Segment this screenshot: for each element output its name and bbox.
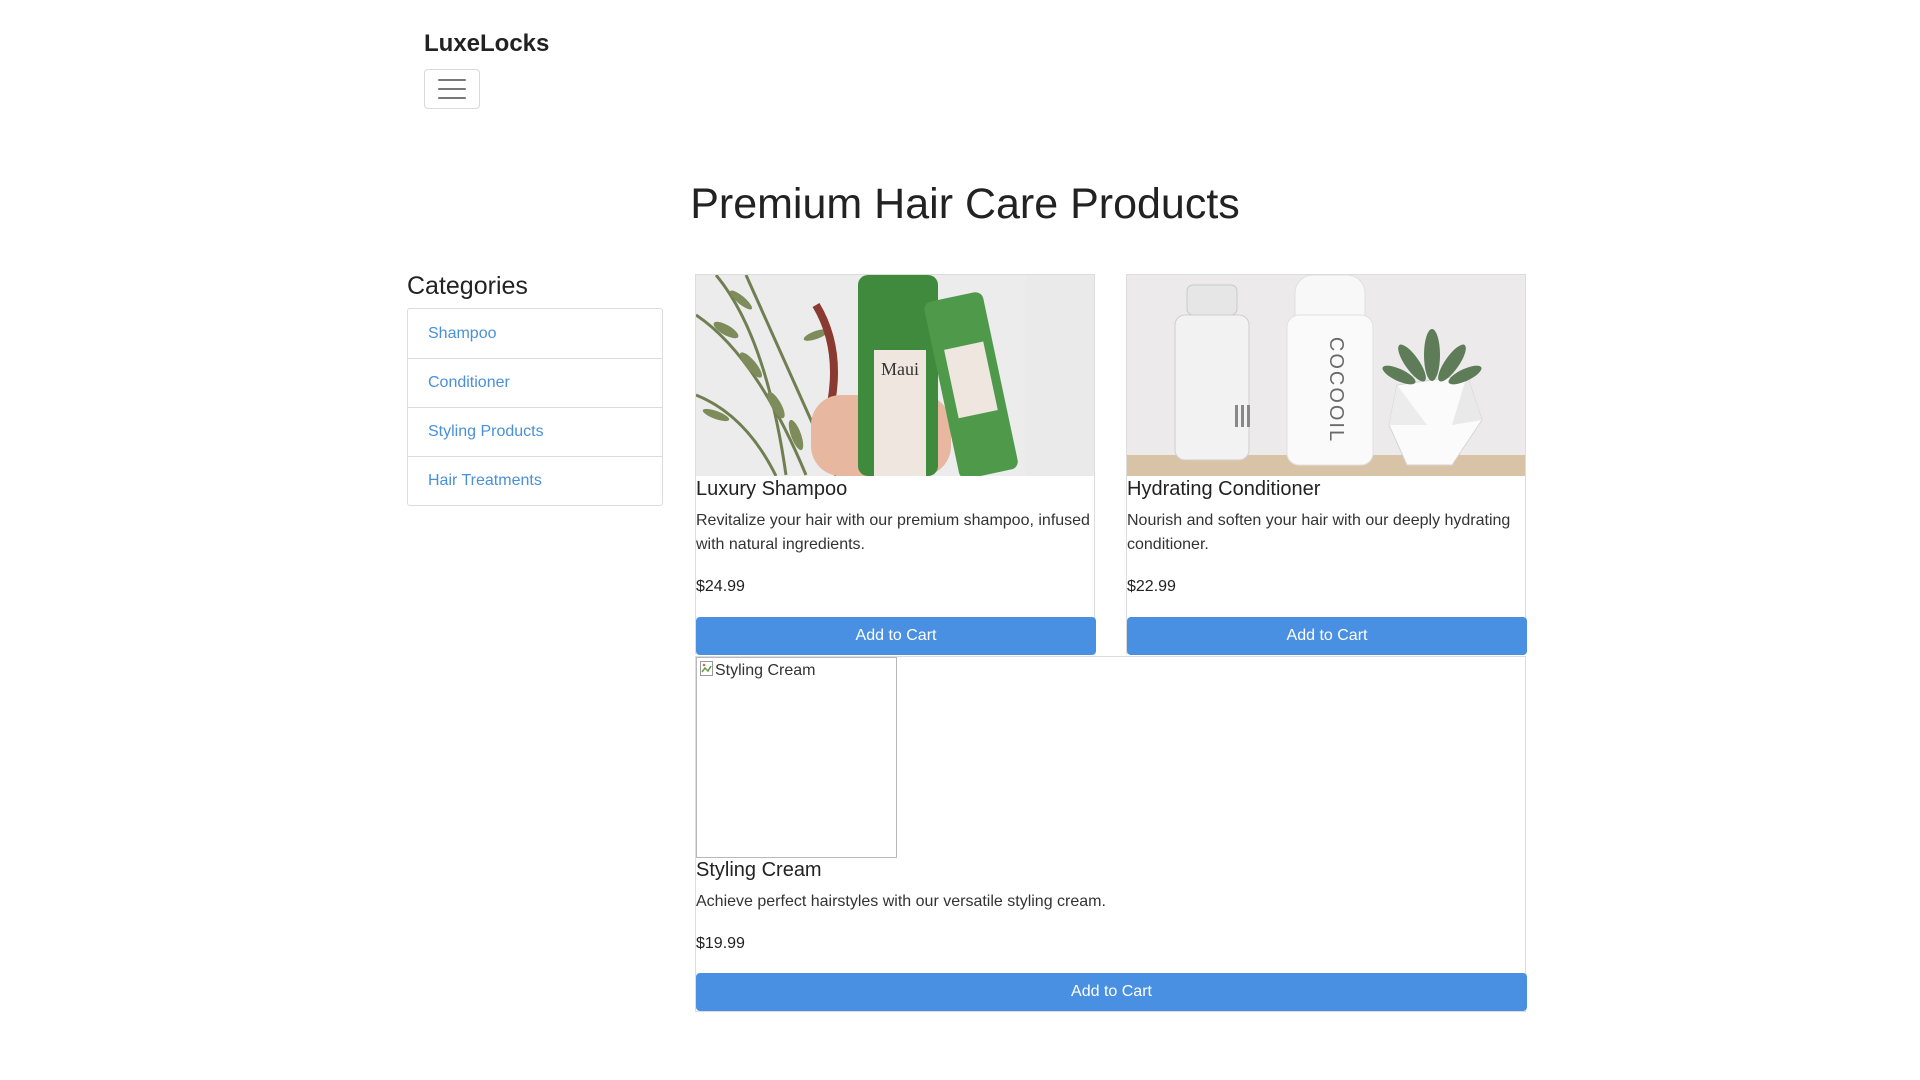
hamburger-menu-icon-bar: [438, 97, 466, 99]
product-image-styling-cream: Styling Cream: [696, 657, 897, 858]
conditioner-photo: COCOOIL: [1127, 275, 1525, 476]
page-title: Premium Hair Care Products: [690, 180, 1240, 228]
shampoo-photo: Maui: [696, 275, 1094, 476]
product-image-conditioner: COCOOIL: [1127, 275, 1525, 476]
category-item-hair-treatments[interactable]: Hair Treatments: [408, 456, 662, 505]
navbar-toggle-button[interactable]: [424, 69, 480, 109]
product-price: $22.99: [1127, 578, 1176, 595]
image-alt-text: Styling Cream: [715, 662, 816, 679]
product-price: $19.99: [696, 935, 745, 952]
category-item-conditioner[interactable]: Conditioner: [408, 358, 662, 407]
broken-image-icon: [700, 661, 713, 676]
product-card-luxury-shampoo: Maui Luxury Shampoo Revitalize your hair…: [695, 274, 1096, 655]
product-price: $24.99: [696, 578, 745, 595]
svg-text:COCOOIL: COCOOIL: [1325, 337, 1347, 443]
hamburger-menu-icon: [438, 79, 466, 81]
categories-heading: Categories: [407, 272, 528, 300]
add-to-cart-button[interactable]: Add to Cart: [696, 973, 1527, 1011]
product-image-shampoo: Maui: [696, 275, 1094, 476]
product-description: Achieve perfect hairstyles with our vers…: [696, 893, 1106, 910]
product-description: Revitalize your hair with our premium sh…: [696, 512, 1090, 553]
product-card-styling-cream: Styling Cream Styling Cream Achieve perf…: [695, 656, 1527, 1012]
category-list: Shampoo Conditioner Styling Products Hai…: [407, 308, 663, 506]
product-title: Styling Cream: [696, 859, 822, 881]
brand-logo[interactable]: LuxeLocks: [424, 30, 549, 58]
product-card-hydrating-conditioner: COCOOIL Hydrating Conditioner Nourish an…: [1126, 274, 1527, 655]
product-description: Nourish and soften your hair with our de…: [1127, 512, 1511, 553]
add-to-cart-button[interactable]: Add to Cart: [1127, 617, 1527, 655]
category-item-shampoo[interactable]: Shampoo: [408, 309, 662, 358]
category-item-styling-products[interactable]: Styling Products: [408, 407, 662, 456]
svg-text:Maui: Maui: [881, 359, 919, 379]
hamburger-menu-icon-bar: [438, 88, 466, 90]
add-to-cart-button[interactable]: Add to Cart: [696, 617, 1096, 655]
product-title: Luxury Shampoo: [696, 478, 848, 500]
product-title: Hydrating Conditioner: [1127, 478, 1321, 500]
